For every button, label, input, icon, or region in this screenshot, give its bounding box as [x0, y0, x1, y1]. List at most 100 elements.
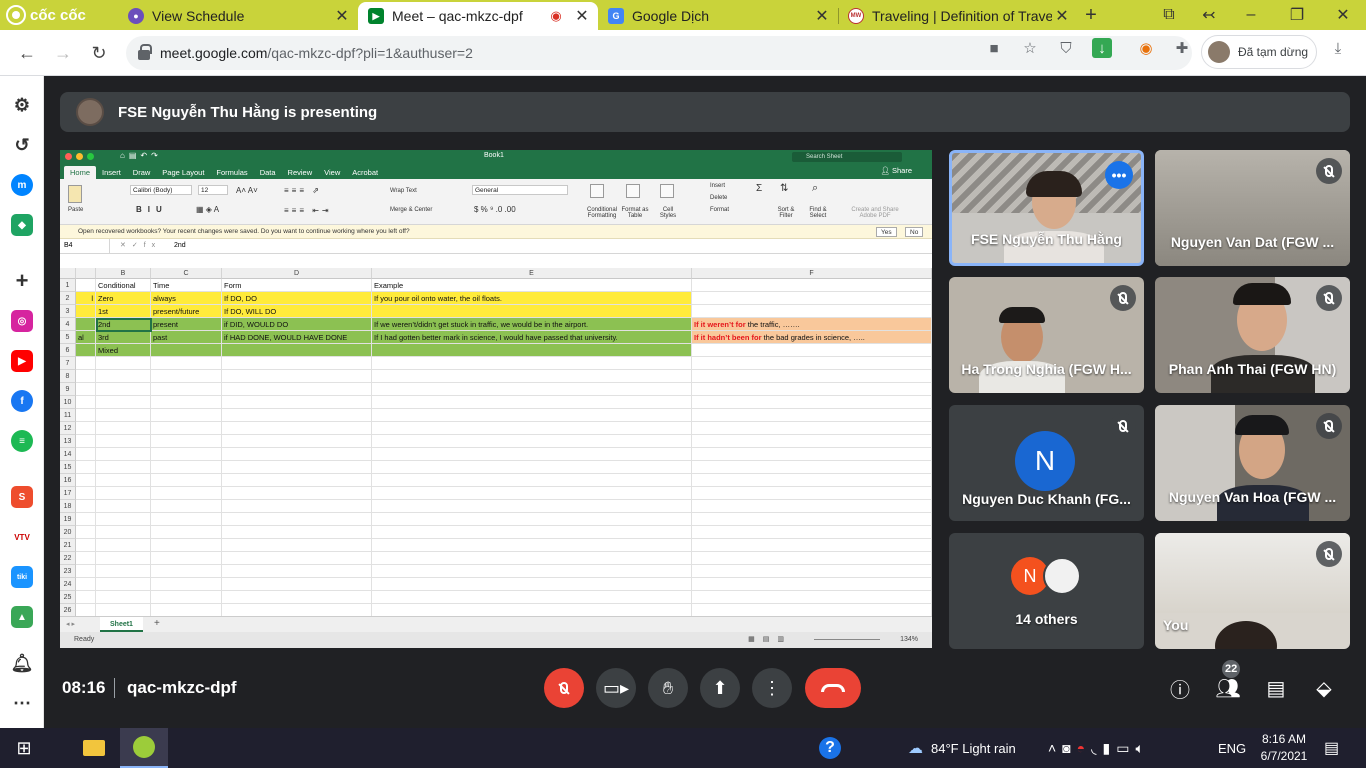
row-header: 7: [60, 357, 76, 370]
participant-tile-dat[interactable]: Nguyen Van Dat (FGW ...: [1155, 150, 1350, 266]
participant-tile-others[interactable]: N 14 others: [949, 533, 1144, 649]
recording-dot-icon: ◉: [550, 8, 562, 23]
games-icon[interactable]: ◆: [11, 214, 33, 236]
profile-paused-button[interactable]: Đã tạm dừng: [1201, 35, 1317, 69]
browser-toolbar: ← → ↻ meet.google.com/qac-mkzc-dpf?pli=1…: [0, 30, 1366, 76]
tab-search-icon[interactable]: ⧉: [1158, 4, 1180, 26]
tab-traveling-definition[interactable]: MW Traveling | Definition of Trave ✕: [838, 2, 1078, 30]
grid-cell: [372, 409, 692, 422]
close-icon[interactable]: ✕: [332, 6, 352, 26]
grid-cell: [222, 448, 372, 461]
reload-icon[interactable]: ↻: [86, 40, 112, 66]
youtube-icon[interactable]: ▶: [11, 350, 33, 372]
more-options-icon[interactable]: •••: [1105, 161, 1133, 189]
coccoc-brand[interactable]: cốc cốc: [6, 3, 86, 27]
messenger-icon[interactable]: m: [11, 174, 33, 196]
notification-bell-icon[interactable]: 🔔︎: [11, 652, 34, 674]
vtv-icon[interactable]: VTV: [11, 526, 33, 548]
settings-gear-icon[interactable]: ⚙: [11, 94, 33, 116]
coccoc-taskbar-icon[interactable]: [120, 728, 168, 768]
download-extension-icon[interactable]: ↓: [1092, 38, 1112, 58]
grid-cell: [222, 565, 372, 578]
recovery-message: Open recovered workbooks? Your recent ch…: [78, 228, 410, 235]
file-explorer-icon[interactable]: [72, 728, 116, 768]
meeting-details-button[interactable]: ⓘ: [1166, 674, 1194, 702]
more-options-button[interactable]: ⋮: [752, 668, 792, 708]
mic-toggle-button[interactable]: [544, 668, 584, 708]
close-icon[interactable]: ✕: [812, 6, 832, 26]
show-everyone-button[interactable]: 👥︎: [1214, 674, 1242, 702]
download-icon[interactable]: ⤓: [1328, 38, 1348, 58]
maximize-icon[interactable]: ❐: [1286, 4, 1308, 26]
notification-center-icon[interactable]: ▤: [1324, 728, 1339, 768]
select-all-corner: [60, 268, 76, 279]
more-dots-icon[interactable]: ⋯: [11, 692, 33, 714]
forward-icon[interactable]: →: [50, 40, 76, 66]
excel-home-ribbon: Paste Calibri (Body) 12 A˄ A˅ BIU ▦ ◈ A …: [60, 179, 932, 225]
participant-tile-hoa[interactable]: Nguyen Van Hoa (FGW ...: [1155, 405, 1350, 521]
instagram-icon[interactable]: ◎: [11, 310, 33, 332]
grid-cell: [96, 344, 151, 357]
new-tab-button[interactable]: +: [1080, 4, 1102, 26]
add-icon[interactable]: +: [11, 268, 33, 293]
row-header: 15: [60, 461, 76, 474]
profile-avatar: [1208, 41, 1230, 63]
input-language[interactable]: ENG: [1218, 728, 1246, 768]
minimize-icon[interactable]: –: [1240, 4, 1262, 26]
grid-cell: [692, 500, 932, 513]
education-icon[interactable]: ▲: [11, 606, 33, 628]
participant-tile-presenter[interactable]: ••• FSE Nguyễn Thu Hằng: [949, 150, 1144, 266]
tab-view-schedule[interactable]: ● View Schedule ✕: [118, 2, 358, 30]
grid-cell: [372, 422, 692, 435]
camera-toggle-button[interactable]: ▭▸: [596, 668, 636, 708]
extensions-puzzle-icon[interactable]: ✚: [1172, 38, 1192, 58]
windows-start-icon[interactable]: ⊞: [0, 728, 48, 768]
spotify-icon[interactable]: ≡: [11, 430, 33, 452]
grid-cell: [96, 435, 151, 448]
history-icon[interactable]: ↺: [11, 134, 33, 156]
facebook-icon[interactable]: f: [11, 390, 33, 412]
leave-call-button[interactable]: [805, 668, 861, 708]
chat-button[interactable]: ▤: [1262, 674, 1290, 702]
microphone-tray-icon[interactable]: ▮: [1103, 740, 1117, 757]
hair: [1026, 171, 1082, 197]
grid-cell: [372, 513, 692, 526]
weather-widget[interactable]: ☁ 84°F Light rain: [908, 728, 1016, 768]
shield-icon[interactable]: ⛉: [1056, 38, 1076, 58]
shopee-icon[interactable]: S: [11, 486, 33, 508]
row-header: 13: [60, 435, 76, 448]
help-icon[interactable]: ?: [812, 728, 848, 768]
present-screen-button[interactable]: ⬆: [700, 668, 740, 708]
close-icon[interactable]: ✕: [1052, 6, 1072, 26]
system-tray-icons[interactable]: ˄ ◙ ◓ ◟ ▮ ▭ 🔈︎: [1048, 728, 1150, 768]
participant-tile-thai[interactable]: Phan Anh Thai (FGW HN): [1155, 277, 1350, 393]
taskbar-clock[interactable]: 8:16 AM 6/7/2021: [1254, 728, 1314, 768]
close-icon[interactable]: ✕: [572, 6, 592, 26]
network-error-icon[interactable]: ◓: [1077, 740, 1091, 756]
grid-cell: [372, 344, 692, 357]
battery-icon[interactable]: ▭: [1116, 740, 1135, 757]
grid-cell: [96, 422, 151, 435]
participant-tile-khanh[interactable]: N Nguyen Duc Khanh (FG...: [949, 405, 1144, 521]
sheet-tab-bar: ◂ ▸ Sheet1 +: [60, 616, 932, 632]
back-arrow-icon[interactable]: ↢: [1198, 4, 1220, 26]
tab-google-translate[interactable]: G Google Dịch ✕: [598, 2, 838, 30]
activities-button[interactable]: ⬙: [1310, 674, 1338, 702]
volume-icon[interactable]: 🔈︎: [1136, 740, 1150, 757]
camera-tray-icon[interactable]: ◙: [1062, 740, 1076, 756]
star-bookmark-icon[interactable]: ☆: [1020, 38, 1040, 58]
participant-tile-you[interactable]: You: [1155, 533, 1350, 649]
coccoc-extension-icon[interactable]: ◉: [1136, 38, 1156, 58]
tray-overflow-icon[interactable]: ˄: [1048, 740, 1062, 756]
wifi-icon[interactable]: ◟: [1091, 740, 1102, 757]
raise-hand-button[interactable]: ✋︎: [648, 668, 688, 708]
camera-icon[interactable]: ■: [984, 38, 1004, 58]
tiki-icon[interactable]: tiki: [11, 566, 33, 588]
back-icon[interactable]: ←: [14, 40, 40, 66]
tab-meet[interactable]: ▶ Meet – qac-mkzc-dpf ◉ ✕: [358, 2, 598, 30]
grid-cell: [76, 357, 96, 370]
grid-cell: [222, 513, 372, 526]
grid-cell: [222, 422, 372, 435]
participant-tile-nghia[interactable]: Ha Trong Nghia (FGW H...: [949, 277, 1144, 393]
close-window-icon[interactable]: ✕: [1332, 4, 1354, 26]
